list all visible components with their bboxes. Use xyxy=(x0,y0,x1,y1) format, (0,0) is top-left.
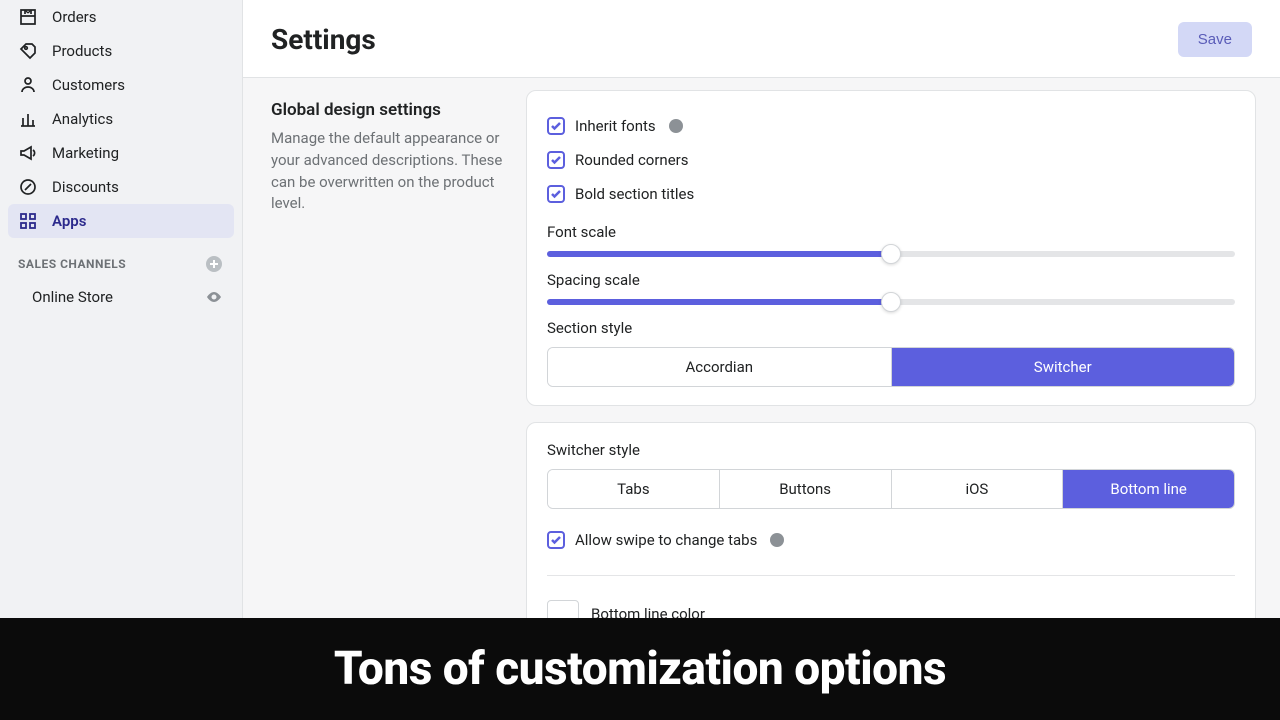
nav-label: Products xyxy=(52,42,112,60)
customers-icon xyxy=(18,75,38,95)
checkbox-allow-swipe[interactable] xyxy=(547,531,565,549)
slider-thumb[interactable] xyxy=(881,244,901,264)
switcher-buttons[interactable]: Buttons xyxy=(719,470,891,508)
channel-label: Online Store xyxy=(32,288,113,306)
sales-channels-header: SALES CHANNELS xyxy=(8,238,234,280)
checkbox-label: Inherit fonts xyxy=(575,117,656,135)
slider-thumb[interactable] xyxy=(881,292,901,312)
view-store-icon[interactable] xyxy=(204,287,224,307)
checkbox-rounded-corners[interactable] xyxy=(547,151,565,169)
section-style-segment: Accordian Switcher xyxy=(547,347,1235,387)
nav-label: Discounts xyxy=(52,178,119,196)
spacing-scale-slider[interactable] xyxy=(547,299,1235,305)
main: Settings Save Global design settings Man… xyxy=(242,0,1280,720)
nav-label: Marketing xyxy=(52,144,119,162)
switcher-tabs[interactable]: Tabs xyxy=(548,470,719,508)
sidebar-item-customers[interactable]: Customers xyxy=(8,68,234,102)
sidebar-item-products[interactable]: Products xyxy=(8,34,234,68)
switcher-style-segment: Tabs Buttons iOS Bottom line xyxy=(547,469,1235,509)
switcher-ios[interactable]: iOS xyxy=(891,470,1063,508)
checkbox-label: Rounded corners xyxy=(575,151,689,169)
divider xyxy=(547,575,1235,576)
section-desc: Manage the default appearance or your ad… xyxy=(271,128,506,215)
checkbox-label: Allow swipe to change tabs xyxy=(575,531,757,549)
orders-icon xyxy=(18,7,38,27)
checkbox-bold-titles[interactable] xyxy=(547,185,565,203)
page-title: Settings xyxy=(271,23,376,56)
save-button[interactable]: Save xyxy=(1178,22,1252,57)
nav-label: Apps xyxy=(52,212,86,230)
section-style-label: Section style xyxy=(547,319,1235,337)
switcher-bottom-line[interactable]: Bottom line xyxy=(1062,470,1234,508)
sidebar: Orders Products Customers Analytics Mark… xyxy=(0,0,242,720)
products-icon xyxy=(18,41,38,61)
promo-banner: Tons of customization options xyxy=(0,618,1280,720)
sidebar-item-apps[interactable]: Apps xyxy=(8,204,234,238)
sidebar-item-discounts[interactable]: Discounts xyxy=(8,170,234,204)
sidebar-item-analytics[interactable]: Analytics xyxy=(8,102,234,136)
checkbox-inherit-fonts[interactable] xyxy=(547,117,565,135)
switcher-style-label: Switcher style xyxy=(547,441,1235,459)
sidebar-item-orders[interactable]: Orders xyxy=(8,0,234,34)
topbar: Settings Save xyxy=(243,0,1280,78)
add-channel-icon[interactable] xyxy=(204,254,224,274)
channel-online-store[interactable]: Online Store xyxy=(8,280,234,314)
info-icon[interactable] xyxy=(769,532,785,548)
discounts-icon xyxy=(18,177,38,197)
nav-label: Customers xyxy=(52,76,125,94)
nav-label: Orders xyxy=(52,8,97,26)
apps-icon xyxy=(18,211,38,231)
marketing-icon xyxy=(18,143,38,163)
checkbox-label: Bold section titles xyxy=(575,185,694,203)
spacing-scale-label: Spacing scale xyxy=(547,271,1235,289)
section-style-accordian[interactable]: Accordian xyxy=(548,348,891,386)
global-design-card: Inherit fonts Rounded corners Bold secti… xyxy=(526,90,1256,406)
sidebar-item-marketing[interactable]: Marketing xyxy=(8,136,234,170)
section-label: SALES CHANNELS xyxy=(18,257,126,271)
font-scale-label: Font scale xyxy=(547,223,1235,241)
section-style-switcher[interactable]: Switcher xyxy=(891,348,1235,386)
font-scale-slider[interactable] xyxy=(547,251,1235,257)
nav-label: Analytics xyxy=(52,110,113,128)
info-icon[interactable] xyxy=(668,118,684,134)
analytics-icon xyxy=(18,109,38,129)
section-title: Global design settings xyxy=(271,100,506,120)
